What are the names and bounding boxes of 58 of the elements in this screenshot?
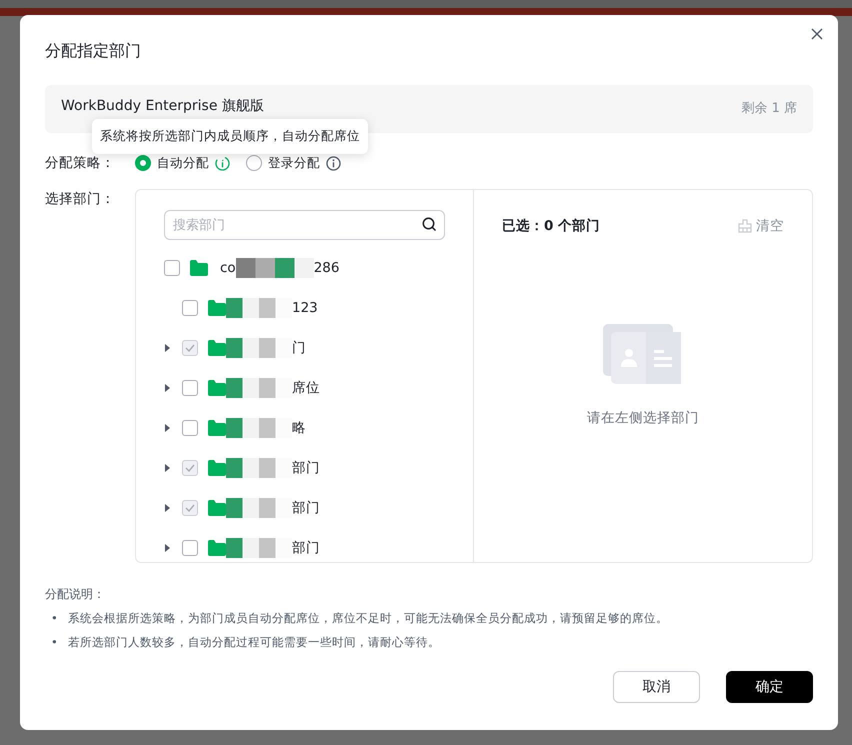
folder-icon [190,260,208,276]
department-name[interactable]: 部门 [292,458,320,478]
checkbox[interactable] [182,380,198,396]
department-name[interactable]: 123 [292,298,318,318]
expand-caret-icon[interactable] [164,343,171,353]
expand-caret-icon[interactable] [164,463,171,473]
radio-button[interactable] [135,155,151,171]
radio-option[interactable]: 自动分配 [135,154,230,172]
department-name[interactable]: 部门 [292,498,320,518]
cancel-button[interactable]: 取消 [613,671,700,703]
expand-caret-icon[interactable] [164,383,171,393]
expand-caret-icon[interactable] [164,543,171,553]
checkbox[interactable] [164,260,180,276]
bullet: • [51,634,58,651]
folder-icon [208,300,226,316]
search-icon [422,217,437,232]
confirm-button[interactable]: 确定 [726,671,813,703]
radio-option[interactable]: 登录分配 [246,154,341,172]
search-field[interactable]: 搜索部门 [164,210,445,240]
department-name[interactable]: 门 [292,338,306,358]
folder-icon [208,420,226,436]
radio-button[interactable] [246,155,262,171]
checkbox[interactable] [182,300,198,316]
plan-name: WorkBuddy Enterprise 旗舰版 [61,97,264,115]
info-icon [215,156,230,170]
department-name[interactable]: 部门 [292,538,320,558]
selected-count: 已选：0 个部门 [502,217,600,236]
checkbox[interactable] [182,340,198,356]
folder-icon [208,380,226,396]
info-icon [326,156,341,170]
empty-message: 请在左侧选择部门 [587,409,699,428]
folder-icon [208,340,226,356]
expand-caret-icon[interactable] [164,423,171,433]
field-label: 选择部门： [45,190,116,209]
folder-icon [208,500,226,516]
department-name[interactable]: co [220,258,236,278]
close-button[interactable] [810,27,824,41]
note-item: 系统会根据所选策略，为部门成员自动分配席位，席位不足时，可能无法确保全员分配成功，请预留足够的席位。 [68,610,668,627]
field-label: 分配策略： [45,154,116,173]
expand-caret-icon[interactable] [164,503,171,513]
note-item: 若所选部门人数较多，自动分配过程可能需要一些时间，请耐心等待。 [68,634,440,651]
tooltip: 系统将按所选部门内成员顺序，自动分配席位 [92,119,368,154]
department-name[interactable]: 略 [292,418,306,438]
folder-icon [208,460,226,476]
dialog-title: 分配指定部门 [45,40,142,62]
seats-remaining: 剩余 1 席 [741,100,797,118]
checkbox[interactable] [182,540,198,556]
check-icon [185,464,195,472]
checkbox[interactable] [182,460,198,476]
department-name[interactable]: 286 [314,258,340,278]
bullet: • [51,610,58,627]
department-name[interactable]: 席位 [292,378,320,398]
folder-icon [208,540,226,556]
notes-title: 分配说明： [45,586,106,603]
checkbox[interactable] [182,500,198,516]
check-icon [185,504,195,512]
checkbox[interactable] [182,420,198,436]
check-icon [185,344,195,352]
